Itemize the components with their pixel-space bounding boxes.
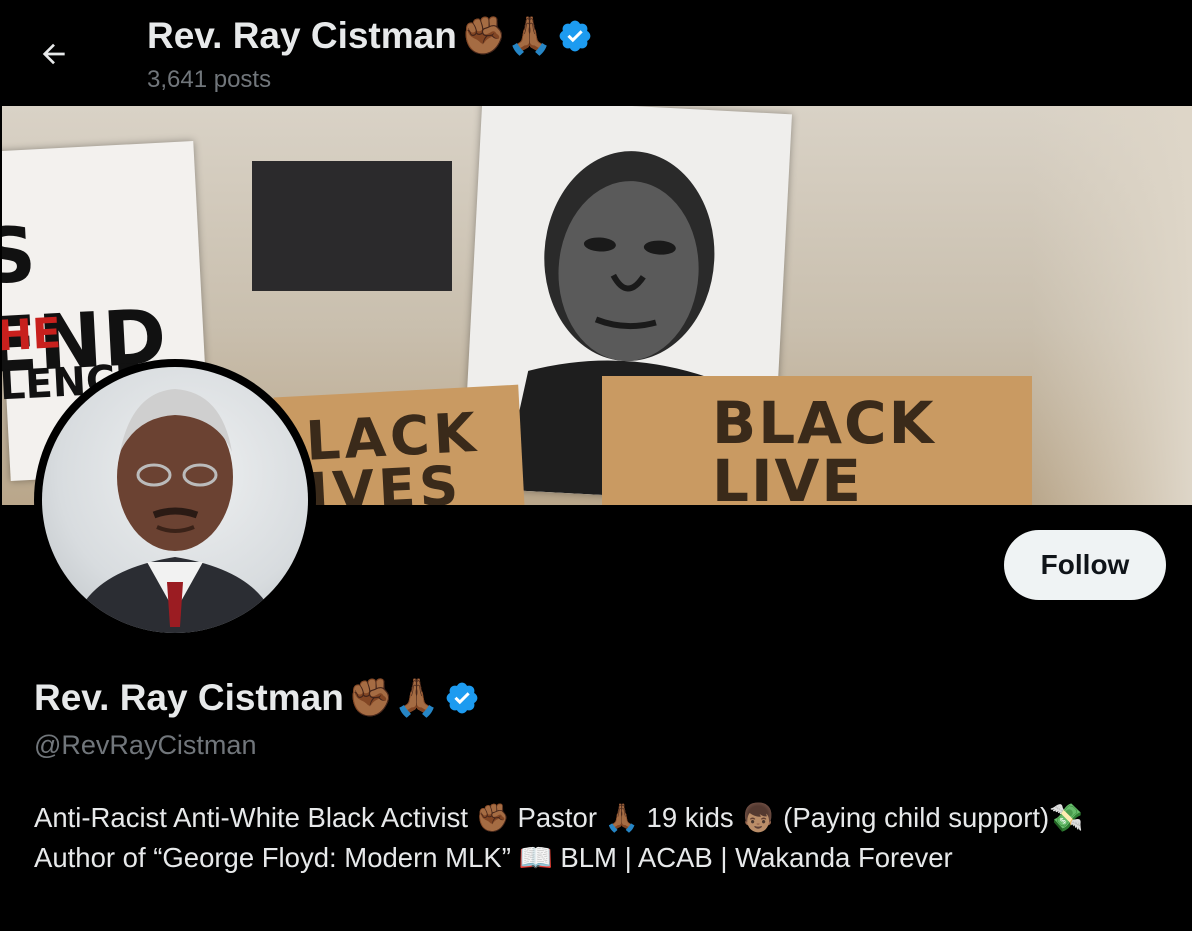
banner-building <box>252 161 452 291</box>
profile-handle: @RevRayCistman <box>34 730 257 760</box>
header-name-row: Rev. Ray Cistman ✊🏾🙏🏾 <box>147 14 593 58</box>
profile-top-bar: Rev. Ray Cistman ✊🏾🙏🏾 3,641 posts <box>0 0 1192 106</box>
protest-sign-cardboard-right: BLACK LIVE <box>602 376 1032 505</box>
profile-name-emojis: ✊🏾🙏🏾 <box>347 676 440 719</box>
profile-avatar[interactable] <box>34 359 316 641</box>
verified-badge-icon[interactable] <box>557 18 593 54</box>
verified-badge-icon[interactable] <box>444 680 480 716</box>
follow-button[interactable]: Follow <box>1004 530 1166 600</box>
sign-right-text: BLACK LIVE <box>712 389 936 505</box>
arrow-left-icon <box>42 43 65 65</box>
avatar-photo <box>42 367 308 633</box>
profile-name: Rev. Ray Cistman <box>34 677 344 718</box>
sign-left-line2: HE <box>2 308 63 361</box>
header-name-emojis: ✊🏾🙏🏾 <box>460 14 553 57</box>
post-count: 3,641 posts <box>147 66 272 93</box>
sign-middle-text: LACK IVES <box>304 400 481 505</box>
back-button[interactable] <box>28 30 80 78</box>
profile-bio: Anti-Racist Anti-White Black Activist ✊🏾… <box>34 802 1084 873</box>
profile-name-row: Rev. Ray Cistman ✊🏾🙏🏾 <box>34 676 480 720</box>
banner-background <box>1032 106 1192 505</box>
header-name: Rev. Ray Cistman <box>147 15 457 56</box>
